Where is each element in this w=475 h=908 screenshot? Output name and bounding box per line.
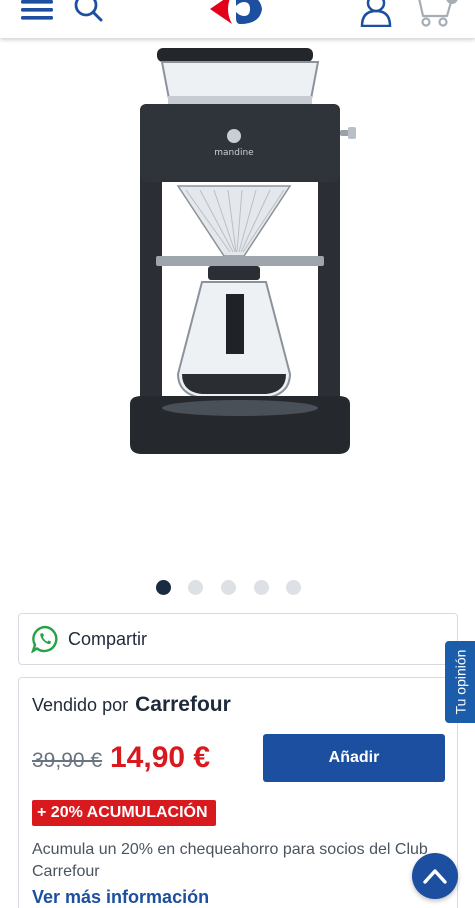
gallery-dot-2[interactable] <box>188 580 203 595</box>
scroll-to-top-button[interactable] <box>412 853 458 899</box>
whatsapp-icon <box>31 625 58 653</box>
account-button[interactable] <box>356 0 396 28</box>
search-icon <box>74 0 103 22</box>
more-info-link[interactable]: Ver más información <box>32 887 209 908</box>
product-page: mandine Compartir Tu opinión Vendido por… <box>0 0 475 908</box>
sold-by-prefix: Vendido por <box>32 695 129 715</box>
carrefour-logo-icon <box>210 0 262 24</box>
product-gallery[interactable]: mandine <box>0 38 475 568</box>
feedback-tab[interactable]: Tu opinión <box>445 641 475 723</box>
current-price: 14,90 € <box>110 741 211 774</box>
chevron-up-icon <box>423 869 447 884</box>
gallery-dot-4[interactable] <box>254 580 269 595</box>
seller-name[interactable]: Carrefour <box>135 693 231 716</box>
offer-card: Vendido por Carrefour 39,90 € 14,90 € Añ… <box>18 677 458 908</box>
sold-by: Vendido por Carrefour <box>32 693 231 717</box>
svg-text:mandine: mandine <box>214 148 254 158</box>
carrefour-logo[interactable] <box>204 0 268 28</box>
promo-description: Acumula un 20% en chequeahorro para soci… <box>32 841 428 880</box>
gallery-dot-1[interactable] <box>156 580 171 595</box>
cart-button[interactable] <box>410 0 460 28</box>
search-button[interactable] <box>72 0 104 22</box>
product-image: mandine <box>130 48 356 454</box>
menu-button[interactable] <box>20 0 54 22</box>
hamburger-icon <box>21 0 53 20</box>
share-label: Compartir <box>68 628 148 649</box>
user-icon <box>360 0 392 27</box>
gallery-pagination <box>0 580 475 596</box>
share-button[interactable]: Compartir <box>18 613 458 665</box>
cart-icon <box>418 0 458 27</box>
gallery-dot-3[interactable] <box>221 580 236 595</box>
old-price: 39,90 € <box>32 749 103 772</box>
add-to-cart-button[interactable]: Añadir <box>263 734 445 782</box>
promo-badge: + 20% ACUMULACIÓN <box>32 800 216 826</box>
gallery-dot-5[interactable] <box>286 580 301 595</box>
top-header <box>0 0 475 38</box>
feedback-label: Tu opinión <box>452 649 469 715</box>
